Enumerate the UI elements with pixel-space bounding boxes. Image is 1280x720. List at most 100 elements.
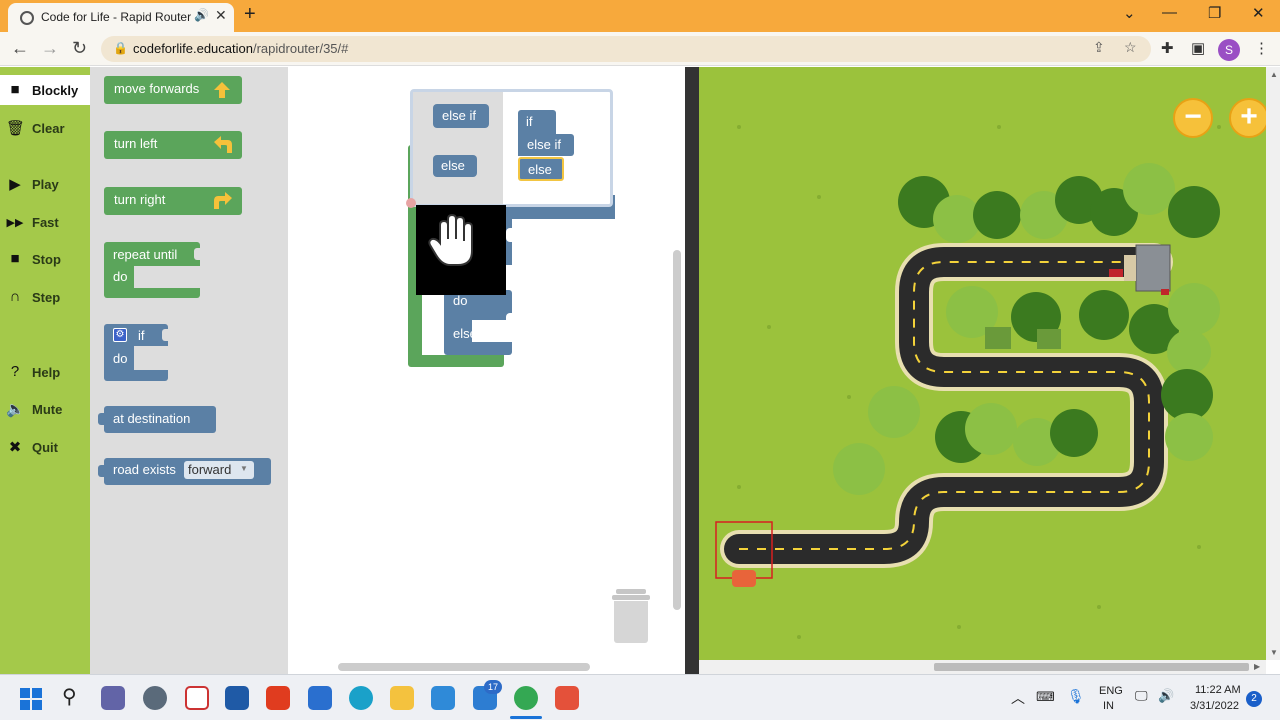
back-icon[interactable]: ←: [11, 38, 29, 59]
speaker-icon[interactable]: 🔊: [194, 8, 209, 22]
notepad-icon[interactable]: [431, 686, 455, 710]
extensions-icon[interactable]: ✚: [1161, 39, 1174, 57]
map-horizontal-scrollbar[interactable]: ▶: [699, 660, 1266, 674]
share-icon[interactable]: ⇪: [1093, 39, 1105, 56]
menu-stop[interactable]: ■ Stop: [0, 244, 90, 274]
minimize-button[interactable]: —: [1162, 4, 1177, 21]
turn-left-block[interactable]: turn left: [104, 131, 242, 159]
game-map: − +: [699, 67, 1266, 660]
search-icon[interactable]: ⚲: [62, 684, 77, 709]
menu-blockly[interactable]: ■ Blockly: [0, 75, 90, 105]
if-do-block[interactable]: ⚙ if do: [104, 324, 168, 381]
trash-icon: 🗑: [6, 120, 26, 137]
move-forwards-block[interactable]: move forwards: [104, 76, 242, 104]
app-icon[interactable]: [185, 686, 209, 710]
lock-icon: 🔒: [113, 41, 128, 55]
gear-icon[interactable]: ⚙: [113, 328, 127, 342]
windows-start-icon[interactable]: [20, 688, 42, 710]
panel-divider[interactable]: [685, 67, 699, 674]
game-menu: ■ Blockly 🗑 Clear ▶ Play ▶▶ Fast ■ Stop …: [0, 67, 90, 674]
file-explorer-icon[interactable]: [390, 686, 414, 710]
chevron-down-icon: ▼: [240, 464, 248, 473]
stop-icon: ■: [10, 250, 20, 267]
notification-badge[interactable]: 2: [1246, 691, 1262, 707]
road-map-svg: [715, 125, 1221, 639]
menu-clear[interactable]: 🗑 Clear: [0, 113, 90, 143]
clock-time[interactable]: 11:22 AM: [1195, 684, 1241, 696]
microphone-icon[interactable]: 🎙: [1067, 688, 1085, 705]
menu-mute[interactable]: 🔈 Mute: [0, 394, 90, 424]
mail-badge: 17: [484, 680, 502, 694]
active-app-indicator: [510, 716, 542, 719]
bookmark-star-icon[interactable]: ☆: [1124, 39, 1137, 56]
help-icon: ?: [10, 363, 20, 380]
zoom-in-button[interactable]: +: [1229, 98, 1266, 138]
cursor-overlay: [416, 205, 506, 295]
language-top[interactable]: ENG: [1099, 685, 1123, 697]
windows-taskbar: ⚲ 17 ︿ ⌨ 🎙 ENG IN 🖵 🔊 11:22 AM 3/31/2022…: [0, 674, 1280, 720]
mutator-else-item[interactable]: else: [518, 157, 564, 181]
clock-date[interactable]: 3/31/2022: [1190, 700, 1239, 712]
zoom-out-button[interactable]: −: [1173, 98, 1213, 138]
mutator-else-block[interactable]: else: [433, 155, 477, 177]
trash-can-icon[interactable]: [612, 589, 650, 643]
mutator-anchor: [406, 198, 416, 208]
language-bottom[interactable]: IN: [1103, 700, 1114, 712]
chrome-icon[interactable]: [514, 686, 538, 710]
store-icon[interactable]: [308, 686, 332, 710]
settings-gear-icon[interactable]: [143, 686, 167, 710]
mutator-else-if-block[interactable]: else if: [433, 104, 489, 128]
repeat-until-block[interactable]: repeat until do: [104, 242, 200, 298]
mutator-if-block[interactable]: if: [518, 110, 556, 134]
mail-icon[interactable]: 17: [473, 680, 502, 710]
close-tab-icon[interactable]: ✕: [215, 7, 227, 24]
reload-icon[interactable]: ↻: [72, 38, 87, 59]
recorder-icon[interactable]: [555, 686, 579, 710]
speaker-icon: 🔈: [6, 401, 25, 418]
network-icon[interactable]: 🖵: [1135, 688, 1148, 704]
turn-right-arrow-icon: [214, 192, 232, 209]
direction-dropdown[interactable]: forward ▼: [184, 461, 254, 479]
menu-quit[interactable]: ✖ Quit: [0, 432, 90, 462]
play-icon: ▶: [9, 176, 21, 193]
close-window-button[interactable]: ✕: [1252, 4, 1265, 22]
office-icon[interactable]: [266, 686, 290, 710]
browser-nav-bar: ← → ↻ 🔒 codeforlife.education/rapidroute…: [0, 32, 1280, 66]
map-vertical-scrollbar[interactable]: ▲ ▼: [1266, 67, 1280, 660]
keyboard-icon[interactable]: ⌨: [1036, 689, 1055, 705]
calculator-app-icon[interactable]: [225, 686, 249, 710]
maximize-button[interactable]: ❐: [1208, 4, 1221, 22]
arrow-up-icon: [214, 82, 230, 98]
menu-fast[interactable]: ▶▶ Fast: [0, 207, 90, 237]
workspace-vertical-scrollbar[interactable]: [673, 250, 681, 610]
step-icon: ∩: [9, 288, 21, 305]
new-tab-button[interactable]: +: [244, 3, 256, 26]
address-bar[interactable]: 🔒 codeforlife.education/rapidrouter/35/#…: [101, 36, 1151, 62]
teams-icon[interactable]: [101, 686, 125, 710]
turn-left-arrow-icon: [214, 136, 232, 153]
volume-icon[interactable]: 🔊: [1158, 688, 1174, 704]
mutator-bubble[interactable]: else if else if else if else: [410, 89, 613, 207]
fast-forward-icon: ▶▶: [6, 217, 24, 229]
mutator-else-if-item[interactable]: else if: [518, 134, 574, 156]
browser-tab[interactable]: Code for Life - Rapid Router 🔊 ✕: [8, 3, 234, 32]
workspace-horizontal-scrollbar[interactable]: [338, 663, 590, 671]
browser-title-bar: Code for Life - Rapid Router 🔊 ✕ + ⌄ — ❐…: [0, 0, 1280, 32]
turn-right-block[interactable]: turn right: [104, 187, 242, 215]
profile-avatar[interactable]: S: [1218, 39, 1240, 61]
close-icon: ✖: [8, 439, 22, 456]
menu-step[interactable]: ∩ Step: [0, 282, 90, 312]
url-path: /rapidrouter/35/#: [252, 41, 349, 56]
menu-help[interactable]: ? Help: [0, 357, 90, 387]
url-domain: codeforlife.education: [133, 41, 253, 56]
tab-search-icon[interactable]: ⌄: [1123, 4, 1136, 22]
side-panel-icon[interactable]: ▣: [1191, 39, 1205, 57]
globe-icon: [20, 11, 34, 25]
forward-icon[interactable]: →: [41, 38, 59, 59]
at-destination-block[interactable]: at destination: [98, 406, 216, 433]
edge-icon[interactable]: [349, 686, 373, 710]
road-exists-block[interactable]: road exists forward ▼: [98, 458, 271, 485]
more-menu-icon[interactable]: ⋮: [1254, 39, 1269, 57]
chevron-up-icon[interactable]: ︿: [1011, 688, 1025, 708]
menu-play[interactable]: ▶ Play: [0, 169, 90, 199]
